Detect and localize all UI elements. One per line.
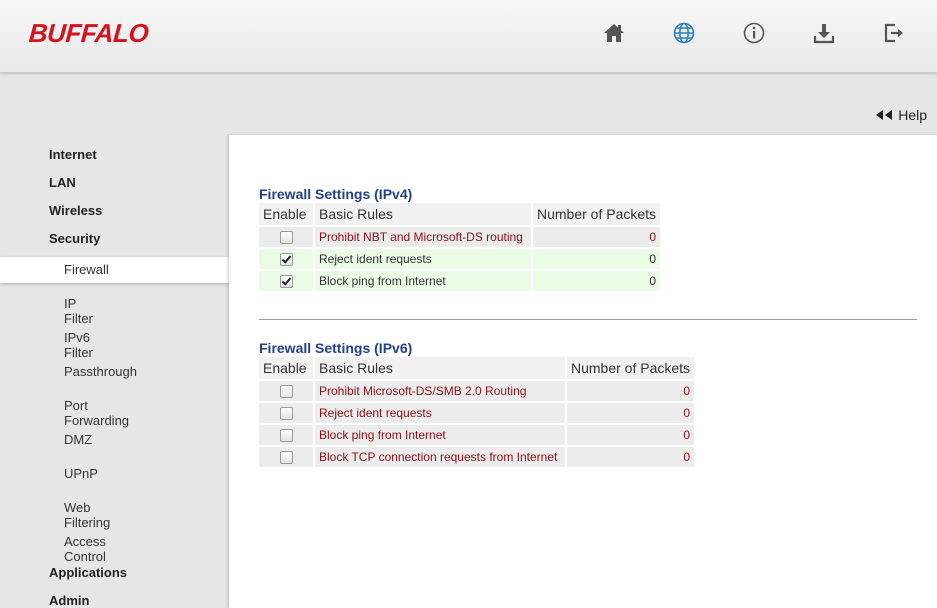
ipv6-rule-3-checkbox[interactable] (279, 429, 293, 443)
rule-name: Block ping from Internet (315, 271, 531, 291)
rule-name: Block TCP connection requests from Inter… (315, 447, 565, 467)
col-packets: Number of Packets (533, 203, 661, 225)
rule-name: Prohibit NBT and Microsoft-DS routing (315, 227, 531, 247)
help-link[interactable]: Help (874, 107, 927, 123)
nav-passthrough[interactable]: Passthrough (64, 364, 137, 379)
table-row: Block TCP connection requests from Inter… (259, 447, 695, 467)
table-row: Prohibit Microsoft-DS/SMB 2.0 Routing 0 (259, 381, 695, 401)
packet-count: 0 (567, 381, 695, 401)
packet-count: 0 (533, 227, 661, 247)
packet-count: 0 (567, 403, 695, 423)
ipv4-rule-3-checkbox[interactable] (279, 275, 293, 289)
help-label: Help (898, 107, 927, 123)
col-packets: Number of Packets (567, 357, 695, 379)
selected-item-highlight (0, 257, 230, 283)
nav-applications[interactable]: Applications (49, 565, 127, 580)
nav-access-control[interactable]: Access Control (64, 534, 106, 564)
rule-name: Block ping from Internet (315, 425, 565, 445)
packet-count: 0 (533, 271, 661, 291)
rule-name: Prohibit Microsoft-DS/SMB 2.0 Routing (315, 381, 565, 401)
nav-dmz[interactable]: DMZ (64, 432, 92, 447)
table-row: Block ping from Internet 0 (259, 425, 695, 445)
info-icon[interactable] (741, 20, 767, 46)
rule-name: Reject ident requests (315, 403, 565, 423)
download-icon[interactable] (811, 20, 837, 46)
nav-internet[interactable]: Internet (49, 147, 97, 162)
section-divider (259, 319, 917, 320)
ipv6-rule-4-checkbox[interactable] (279, 451, 293, 465)
main-panel: Firewall Settings (IPv4) Enable Basic Ru… (229, 135, 937, 608)
col-basic-rules: Basic Rules (315, 357, 565, 379)
nav-admin[interactable]: Admin (49, 593, 89, 608)
nav-security[interactable]: Security (49, 231, 100, 246)
packet-count: 0 (567, 447, 695, 467)
table-row: Reject ident requests 0 (259, 249, 661, 269)
top-header: BUFFALO (0, 0, 937, 73)
nav-port-forwarding[interactable]: Port Forwarding (64, 398, 129, 428)
ipv4-rule-2-checkbox[interactable] (279, 253, 293, 267)
buffalo-logo: BUFFALO (27, 18, 150, 48)
col-basic-rules: Basic Rules (315, 203, 531, 225)
col-enable: Enable (259, 203, 313, 225)
nav-ip-filter[interactable]: IP Filter (64, 296, 93, 326)
col-enable: Enable (259, 357, 313, 379)
nav-wireless[interactable]: Wireless (49, 203, 102, 218)
nav-firewall[interactable]: Firewall (64, 262, 109, 277)
double-left-arrow-icon (876, 110, 893, 120)
nav-upnp[interactable]: UPnP (64, 466, 98, 481)
table-row: Prohibit NBT and Microsoft-DS routing 0 (259, 227, 661, 247)
rule-name: Reject ident requests (315, 249, 531, 269)
ipv6-section-title: Firewall Settings (IPv6) (259, 340, 413, 356)
globe-icon[interactable] (671, 20, 697, 46)
home-icon[interactable] (601, 20, 627, 46)
logout-icon[interactable] (881, 20, 907, 46)
ipv6-firewall-table: Enable Basic Rules Number of Packets Pro… (257, 355, 696, 469)
nav-web-filtering[interactable]: Web Filtering (64, 500, 110, 530)
table-row: Reject ident requests 0 (259, 403, 695, 423)
packet-count: 0 (567, 425, 695, 445)
nav-ipv6-filter[interactable]: IPv6 Filter (64, 330, 93, 360)
table-row: Block ping from Internet 0 (259, 271, 661, 291)
packet-count: 0 (533, 249, 661, 269)
nav-lan[interactable]: LAN (49, 175, 76, 190)
ipv6-rule-2-checkbox[interactable] (279, 407, 293, 421)
ipv6-rule-1-checkbox[interactable] (279, 385, 293, 399)
ipv4-firewall-table: Enable Basic Rules Number of Packets Pro… (257, 201, 662, 293)
ipv4-rule-1-checkbox[interactable] (279, 231, 293, 245)
ipv4-section-title: Firewall Settings (IPv4) (259, 186, 413, 202)
